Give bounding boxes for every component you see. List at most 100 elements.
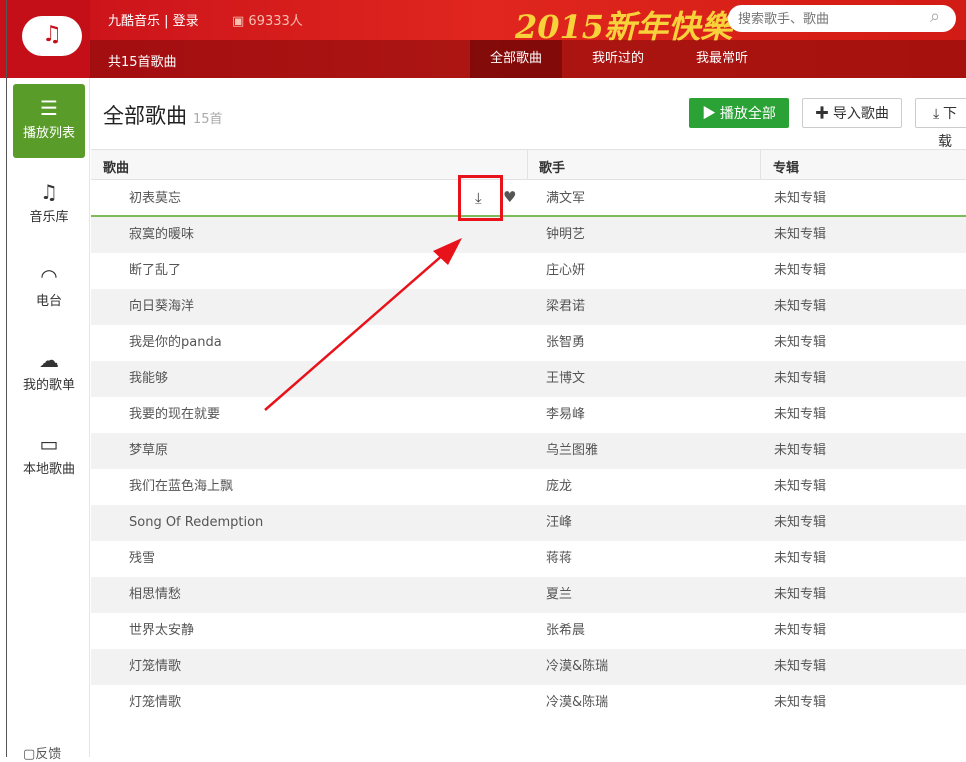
brand-login-link[interactable]: 九酷音乐 | 登录 [108, 10, 199, 29]
song-name[interactable]: 我是你的panda [129, 325, 222, 361]
song-name[interactable]: 灯笼情歌 [129, 685, 181, 721]
song-name[interactable]: 相思情愁 [129, 577, 181, 613]
online-count: ▣ 69333人 [232, 10, 303, 29]
search-input[interactable] [728, 5, 956, 32]
play-icon: ▶ [702, 105, 720, 121]
table-row[interactable]: Song Of Redemption 汪峰 未知专辑 [91, 505, 966, 541]
tab-most-played[interactable]: 我最常听 [676, 40, 768, 78]
album-name: 未知专辑 [774, 299, 827, 314]
sidebar-item-radio[interactable]: ◠ 电台 [13, 252, 85, 326]
singer-name[interactable]: 王博文 [546, 361, 585, 397]
table-row[interactable]: 残雪 蒋蒋 未知专辑 [91, 541, 966, 577]
singer-name[interactable]: 李易峰 [546, 397, 585, 433]
table-row[interactable]: 寂寞的暖味 钟明艺 未知专辑 [91, 217, 966, 253]
album-name: 未知专辑 [774, 407, 827, 422]
music-note-icon: ♫ [42, 22, 62, 47]
sidebar-item-local[interactable]: ▭ 本地歌曲 [13, 420, 85, 494]
singer-name[interactable]: 夏兰 [546, 577, 572, 613]
play-all-button[interactable]: ▶ 播放全部 [689, 98, 789, 128]
singer-name[interactable]: 满文军 [546, 181, 585, 217]
table-row[interactable]: 灯笼情歌 冷漠&陈瑞 未知专辑 [91, 685, 966, 721]
column-divider [527, 150, 528, 180]
singer-name[interactable]: 蒋蒋 [546, 541, 572, 577]
table-row[interactable]: 世界太安静 张希晨 未知专辑 [91, 613, 966, 649]
page-title-text: 全部歌曲 [103, 104, 187, 128]
song-name[interactable]: 我要的现在就要 [129, 397, 220, 433]
online-count-value: 69333人 [248, 14, 303, 29]
song-name[interactable]: 梦草原 [129, 433, 168, 469]
sidebar-item-label: 我的歌单 [22, 378, 75, 393]
song-name[interactable]: 世界太安静 [129, 613, 194, 649]
table-row[interactable]: 断了乱了 庄心妍 未知专辑 [91, 253, 966, 289]
feedback-link[interactable]: ▢反馈 [23, 743, 61, 762]
album-name: 未知专辑 [774, 479, 827, 494]
download-song-icon[interactable]: ⤓ [475, 189, 482, 207]
list-icon: ☰ [40, 96, 58, 120]
cloud-icon: ♫ [22, 16, 82, 56]
table-row[interactable]: 我是你的panda 张智勇 未知专辑 [91, 325, 966, 361]
song-name[interactable]: 初表莫忘 [129, 181, 181, 217]
sidebar-item-library[interactable]: ♫ 音乐库 [13, 168, 85, 242]
import-label: 导入歌曲 [832, 105, 889, 121]
sidebar-item-my-playlists[interactable]: ☁ 我的歌单 [13, 336, 85, 410]
song-name[interactable]: 残雪 [129, 541, 155, 577]
album-name: 未知专辑 [774, 659, 827, 674]
app-logo[interactable]: ♫ [6, 0, 90, 78]
album-name: 未知专辑 [774, 227, 827, 242]
cloud-icon: ☁ [39, 348, 59, 372]
album-name: 未知专辑 [774, 263, 827, 278]
tab-all-songs[interactable]: 全部歌曲 [470, 40, 563, 78]
sidebar-item-label: 音乐库 [29, 210, 69, 225]
column-song[interactable]: 歌曲 [103, 157, 129, 176]
table-row[interactable]: 我要的现在就要 李易峰 未知专辑 [91, 397, 966, 433]
music-note-icon: ♫ [40, 180, 58, 204]
singer-name[interactable]: 庞龙 [546, 469, 572, 505]
download-button[interactable]: ⤓ 下载 [915, 98, 966, 149]
column-album[interactable]: 专辑 [773, 157, 799, 176]
table-row[interactable]: 灯笼情歌 冷漠&陈瑞 未知专辑 [91, 649, 966, 685]
table-row[interactable]: 我们在蓝色海上飘 庞龙 未知专辑 [91, 469, 966, 505]
table-row[interactable]: 相思情愁 夏兰 未知专辑 [91, 577, 966, 613]
album-name: 未知专辑 [774, 371, 827, 386]
search-icon[interactable]: ⌕ [930, 6, 940, 27]
import-songs-button[interactable]: ✚ 导入歌曲 [802, 98, 902, 128]
table-row[interactable]: 我能够 王博文 未知专辑 [91, 361, 966, 397]
play-all-label: 播放全部 [719, 105, 776, 121]
singer-name[interactable]: 张希晨 [546, 613, 585, 649]
song-name[interactable]: 灯笼情歌 [129, 649, 181, 685]
singer-name[interactable]: 汪峰 [546, 505, 572, 541]
singer-name[interactable]: 乌兰图雅 [546, 433, 598, 469]
song-name[interactable]: 我能够 [129, 361, 168, 397]
chart-icon: ▣ [232, 14, 249, 29]
singer-name[interactable]: 冷漠&陈瑞 [546, 685, 608, 721]
song-name[interactable]: 我们在蓝色海上飘 [129, 469, 233, 505]
table-row[interactable]: 向日葵海洋 梁君诺 未知专辑 [91, 289, 966, 325]
download-icon: ⤓ [932, 105, 944, 121]
album-name: 未知专辑 [774, 443, 827, 458]
table-row[interactable]: 梦草原 乌兰图雅 未知专辑 [91, 433, 966, 469]
album-name: 未知专辑 [774, 551, 827, 566]
album-name: 未知专辑 [774, 623, 827, 638]
column-singer[interactable]: 歌手 [539, 157, 565, 176]
wifi-icon: ◠ [40, 264, 58, 288]
page-title: 全部歌曲 15首 [103, 100, 223, 130]
song-name[interactable]: 寂寞的暖味 [129, 217, 194, 253]
album-name: 未知专辑 [774, 191, 827, 206]
album-name: 未知专辑 [774, 515, 827, 530]
song-name[interactable]: 向日葵海洋 [129, 289, 194, 325]
singer-name[interactable]: 梁君诺 [546, 289, 585, 325]
singer-name[interactable]: 张智勇 [546, 325, 585, 361]
song-count-badge: 15首 [193, 112, 223, 127]
singer-name[interactable]: 庄心妍 [546, 253, 585, 289]
song-count: 共15首歌曲 [108, 55, 177, 70]
singer-name[interactable]: 冷漠&陈瑞 [546, 649, 608, 685]
heart-icon[interactable]: ♥ [503, 188, 516, 206]
tab-recently-played[interactable]: 我听过的 [572, 40, 664, 78]
sidebar: ☰ 播放列表 ♫ 音乐库 ◠ 电台 ☁ 我的歌单 ▭ 本地歌曲 ▢反馈 [6, 78, 90, 762]
sidebar-item-label: 本地歌曲 [22, 462, 75, 477]
song-name[interactable]: Song Of Redemption [129, 505, 263, 541]
sidebar-item-playlist[interactable]: ☰ 播放列表 [13, 84, 85, 158]
table-row[interactable]: 初表莫忘 满文军 未知专辑 [91, 181, 966, 217]
song-name[interactable]: 断了乱了 [129, 253, 181, 289]
singer-name[interactable]: 钟明艺 [546, 217, 585, 253]
